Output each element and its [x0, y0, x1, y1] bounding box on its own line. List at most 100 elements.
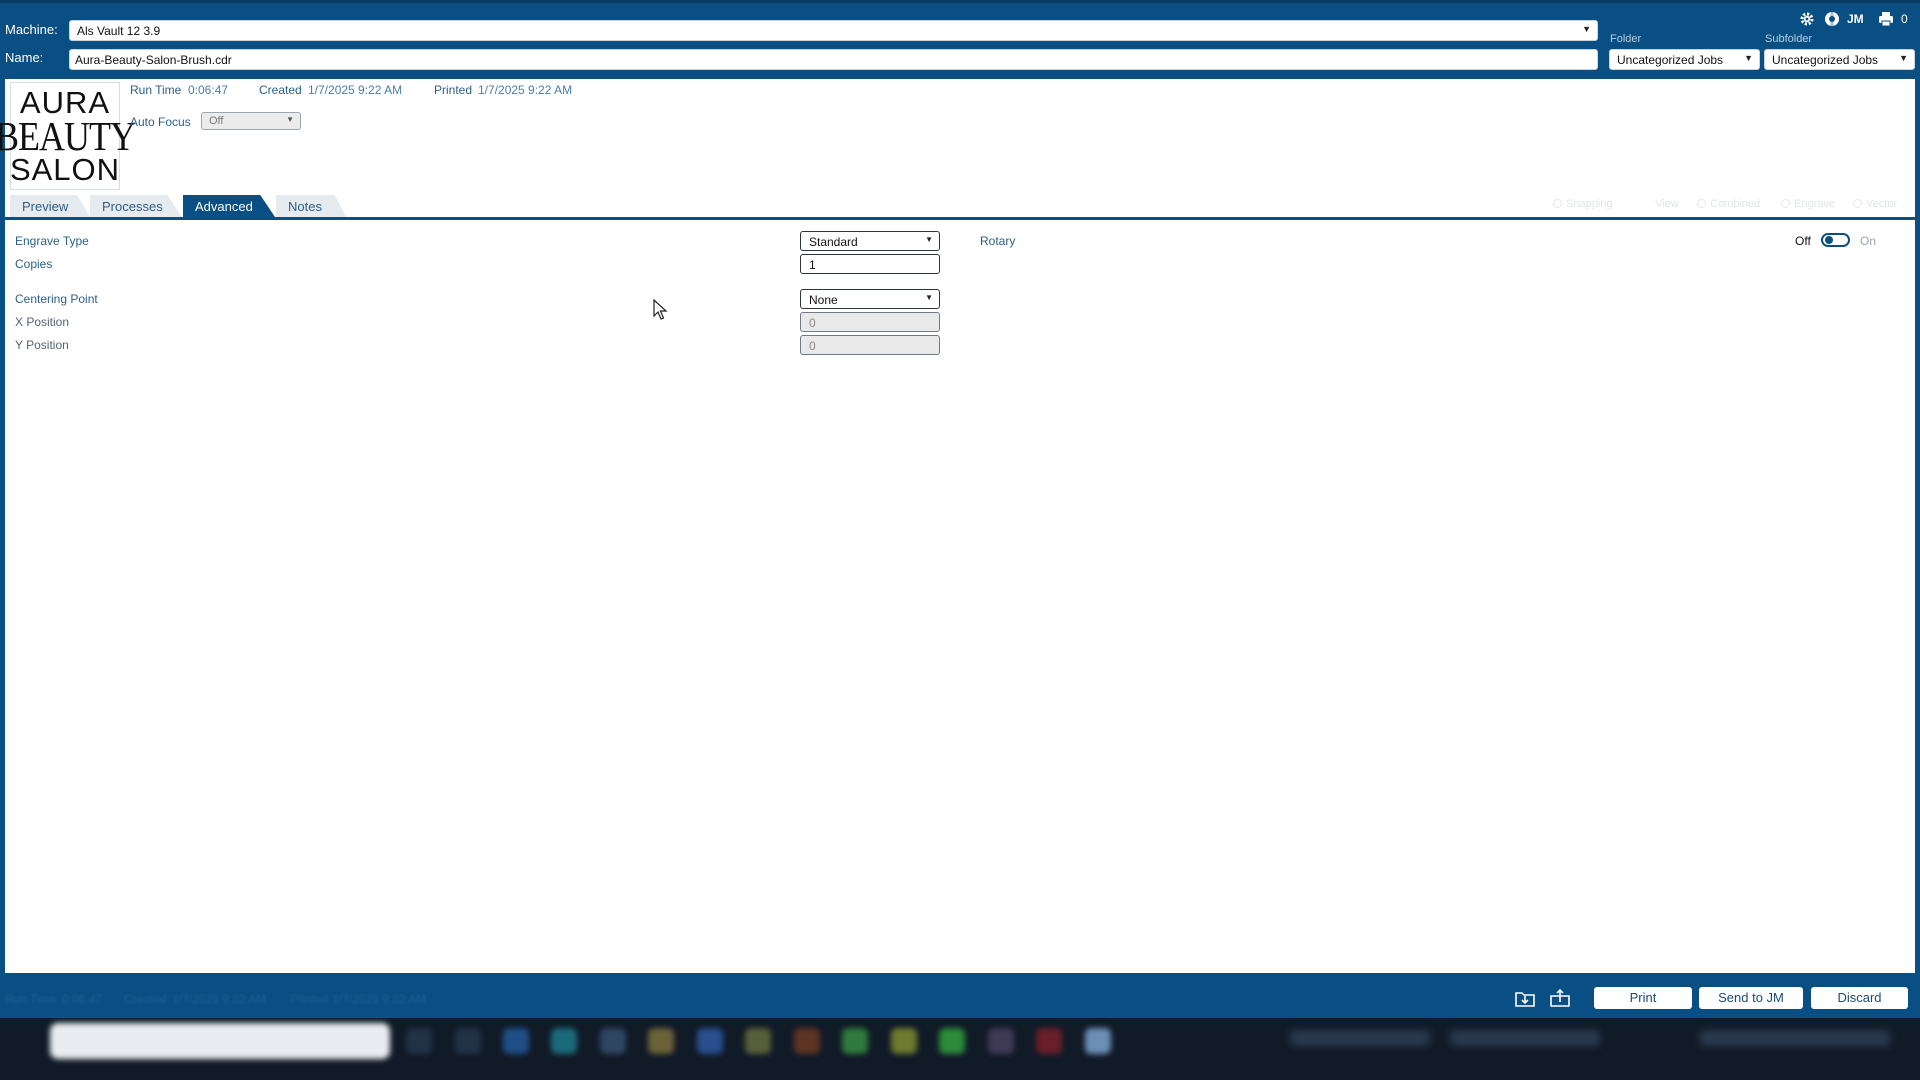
taskbar-app-icon[interactable]	[891, 1028, 917, 1054]
taskbar-app-icon[interactable]	[1036, 1028, 1062, 1054]
advanced-panel: Engrave Type Standard ▼ Copies 1 Centeri…	[5, 220, 1915, 973]
taskbar-app-icon[interactable]	[794, 1028, 820, 1054]
copies-input[interactable]: 1	[800, 254, 940, 274]
toggle-knob	[1825, 236, 1833, 244]
help-icon[interactable]	[1824, 11, 1840, 27]
subfolder-select[interactable]: Uncategorized Jobs ▼	[1764, 49, 1915, 70]
x-position-input[interactable]: 0	[800, 312, 940, 332]
subfolder-label: Subfolder	[1765, 33, 1813, 45]
app-window: Machine: Als Vault 12 3.9 ▼ Name: Aura-B…	[0, 0, 1920, 1080]
centering-point-select[interactable]: None ▼	[800, 289, 940, 309]
machine-value: Als Vault 12 3.9	[77, 24, 161, 38]
tab-preview[interactable]: Preview	[10, 195, 90, 217]
taskbar-app-icon[interactable]	[1085, 1028, 1111, 1054]
taskbar-tray[interactable]	[1450, 1030, 1600, 1046]
job-header: Machine: Als Vault 12 3.9 ▼ Name: Aura-B…	[0, 0, 1920, 79]
auto-focus-select[interactable]: Off ▼	[201, 112, 301, 130]
discard-button[interactable]: Discard	[1811, 987, 1908, 1009]
taskbar-search-box[interactable]	[50, 1023, 390, 1059]
tab-advanced[interactable]: Advanced	[183, 195, 275, 217]
engrave-type-value: Standard	[809, 235, 858, 249]
machine-select[interactable]: Als Vault 12 3.9 ▼	[69, 20, 1598, 41]
taskbar-tray[interactable]	[1290, 1030, 1430, 1046]
user-initials[interactable]: JM	[1847, 11, 1864, 27]
vector-label: Vector	[1866, 198, 1898, 210]
taskbar-app-icon[interactable]	[745, 1028, 771, 1054]
tab-processes[interactable]: Processes	[90, 195, 182, 217]
tab-notes[interactable]: Notes	[276, 195, 346, 217]
snapping-checkbox-icon	[1553, 199, 1562, 208]
engrave-type-select[interactable]: Standard ▼	[800, 231, 940, 251]
taskbar-app-icon[interactable]	[551, 1028, 577, 1054]
footer-printed-value: 1/7/2025 9:22 AM	[332, 992, 427, 1006]
centering-point-value: None	[809, 293, 838, 307]
name-label: Name:	[5, 50, 44, 65]
gear-icon[interactable]	[1799, 11, 1815, 27]
folder-label: Folder	[1610, 33, 1642, 45]
footer-run-time-label: Run Time	[5, 992, 57, 1006]
taskbar-app-icon[interactable]	[842, 1028, 868, 1054]
tab-processes-label: Processes	[102, 199, 163, 214]
centering-point-label: Centering Point	[15, 292, 98, 306]
view-vector-option: Vector	[1853, 198, 1897, 210]
mouse-cursor-icon	[653, 299, 668, 320]
footer-created-label: Created	[124, 992, 167, 1006]
run-time-value: 0:06:47	[188, 83, 229, 97]
copies-label: Copies	[15, 257, 53, 271]
radio-icon	[1853, 199, 1862, 208]
x-position-label: X Position	[15, 315, 70, 329]
taskbar-app-icon[interactable]	[988, 1028, 1014, 1054]
send-to-jm-button[interactable]: Send to JM	[1699, 987, 1803, 1009]
export-icon[interactable]	[1548, 986, 1572, 1010]
rotary-off-label: Off	[1795, 234, 1811, 248]
y-position-label: Y Position	[15, 338, 69, 352]
view-engrave-option: Engrave	[1781, 198, 1835, 210]
advanced-panel-frame: Engrave Type Standard ▼ Copies 1 Centeri…	[0, 217, 1920, 976]
engrave-label: Engrave	[1794, 198, 1835, 210]
created-value: 1/7/2025 9:22 AM	[308, 83, 403, 97]
rotary-toggle[interactable]	[1821, 233, 1850, 247]
view-combined-option: Combined	[1697, 198, 1760, 210]
view-label: View	[1655, 198, 1679, 210]
import-icon[interactable]	[1513, 986, 1537, 1010]
combined-label: Combined	[1710, 198, 1761, 210]
job-name-input[interactable]: Aura-Beauty-Salon-Brush.cdr	[69, 49, 1598, 70]
taskbar-app-icon[interactable]	[503, 1028, 529, 1054]
y-position-input[interactable]: 0	[800, 335, 940, 355]
job-thumbnail: AURA BEAUTY SALON	[0, 82, 136, 190]
tab-notes-label: Notes	[288, 199, 322, 214]
chevron-down-icon: ▼	[1582, 24, 1591, 34]
tab-advanced-label: Advanced	[195, 199, 253, 214]
printed-value: 1/7/2025 9:22 AM	[478, 83, 573, 97]
rotary-on-label: On	[1860, 234, 1877, 248]
auto-focus-label: Auto Focus	[130, 115, 191, 129]
chevron-down-icon: ▼	[1899, 53, 1908, 63]
machine-label: Machine:	[5, 22, 58, 37]
snapping-option: Snapping	[1553, 198, 1613, 210]
taskbar-app-icon[interactable]	[455, 1028, 481, 1054]
subfolder-value: Uncategorized Jobs	[1772, 53, 1879, 67]
auto-focus-value: Off	[209, 115, 224, 127]
folder-select[interactable]: Uncategorized Jobs ▼	[1609, 49, 1760, 70]
chevron-down-icon: ▼	[925, 235, 933, 244]
snapping-label: Snapping	[1566, 198, 1613, 210]
taskbar-app-icon[interactable]	[406, 1028, 432, 1054]
logo-line-2: BEAUTY	[0, 113, 136, 159]
taskbar-app-icon[interactable]	[600, 1028, 626, 1054]
taskbar-clock[interactable]	[1700, 1030, 1890, 1046]
taskbar-app-icon[interactable]	[939, 1028, 965, 1054]
taskbar-app-icon[interactable]	[697, 1028, 723, 1054]
taskbar-app-icon[interactable]	[648, 1028, 674, 1054]
print-button[interactable]: Print	[1594, 987, 1692, 1009]
chevron-down-icon: ▼	[1744, 53, 1753, 63]
printer-icon[interactable]	[1878, 11, 1894, 27]
print-queue-count: 0	[1901, 12, 1908, 26]
folder-value: Uncategorized Jobs	[1617, 53, 1724, 67]
chevron-down-icon: ▼	[286, 115, 294, 124]
footer-created-value: 1/7/2025 9:22 AM	[172, 992, 267, 1006]
radio-icon	[1697, 199, 1706, 208]
footer-run-time-value: 0:06:47	[62, 992, 103, 1006]
rotary-label: Rotary	[980, 234, 1016, 248]
run-time-label: Run Time	[130, 83, 182, 97]
action-bar: Run Time 0:06:47 Created 1/7/2025 9:22 A…	[0, 976, 1920, 1018]
